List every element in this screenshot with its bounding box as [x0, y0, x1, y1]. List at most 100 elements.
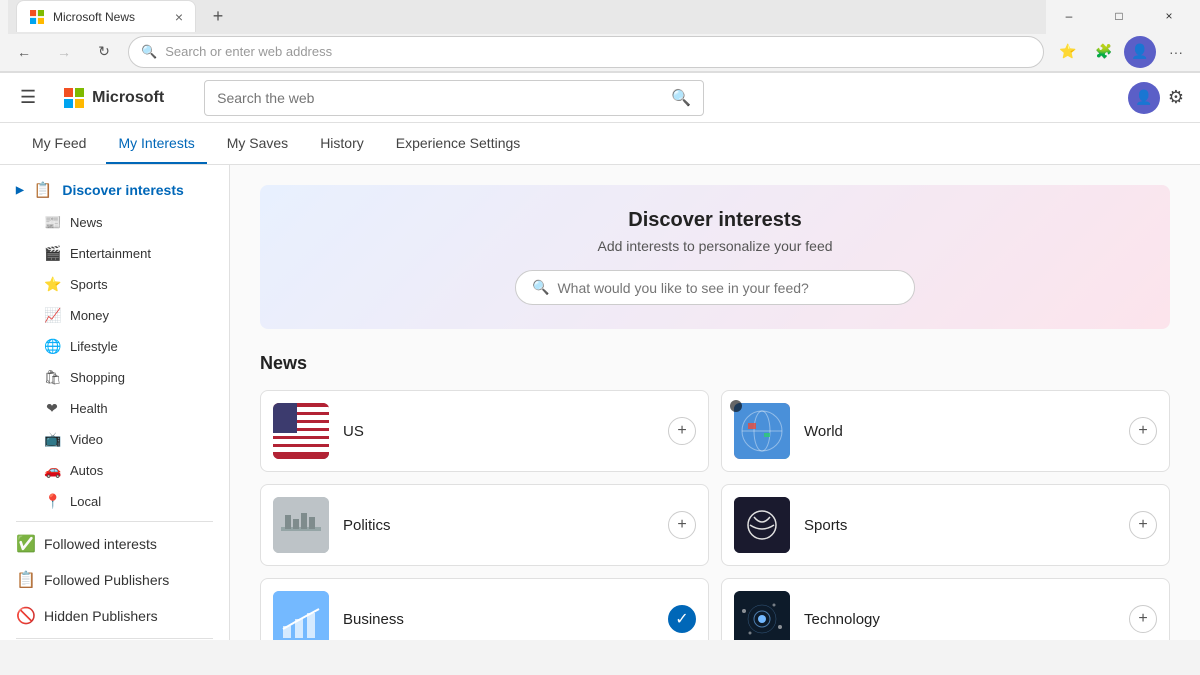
address-bar: ← → ↻ 🔍 Search or enter web address ⭐ 🧩 …	[0, 32, 1200, 72]
title-bar: Microsoft News × + – □ ×	[0, 0, 1200, 32]
sidebar-item-autos[interactable]: 🚗 Autos	[0, 455, 229, 486]
interest-card-politics[interactable]: Politics +	[260, 484, 709, 566]
extensions-icon[interactable]: 🧩	[1088, 36, 1120, 68]
sidebar-followed-interests-label: Followed interests	[44, 536, 157, 552]
hamburger-menu[interactable]: ☰	[16, 83, 40, 112]
sidebar-item-news[interactable]: 📰 News	[0, 207, 229, 238]
business-add-button[interactable]: ✓	[668, 605, 696, 633]
favorites-icon[interactable]: ⭐	[1052, 36, 1084, 68]
sub-nav: My Feed My Interests My Saves History Ex…	[0, 123, 1200, 165]
sidebar-shopping-label: Shopping	[70, 370, 125, 385]
sidebar-item-shopping[interactable]: 🛍 Shopping	[0, 362, 229, 393]
sidebar-health-label: Health	[70, 401, 108, 416]
tab-close-btn[interactable]: ×	[175, 10, 183, 24]
forward-button[interactable]: →	[48, 36, 80, 68]
sports-image	[734, 497, 790, 553]
sidebar-item-sports[interactable]: ⭐ Sports	[0, 269, 229, 300]
followed-interests-icon: ✅	[16, 534, 34, 554]
discover-icon: 📋	[34, 181, 53, 199]
business-label: Business	[343, 611, 654, 628]
sidebar-item-local[interactable]: 📍 Local	[0, 486, 229, 517]
sidebar-divider-1	[16, 521, 213, 522]
discover-search-input[interactable]	[557, 280, 898, 296]
autos-icon: 🚗	[44, 462, 60, 479]
sidebar-item-video[interactable]: 📺 Video	[0, 424, 229, 455]
back-button[interactable]: ←	[8, 36, 40, 68]
world-add-button[interactable]: +	[1129, 417, 1157, 445]
sidebar-hidden-publishers[interactable]: 🚫 Hidden Publishers	[0, 598, 229, 634]
settings-icon[interactable]: ⚙	[1168, 87, 1184, 108]
news-icon: 📰	[44, 214, 60, 231]
discover-search-icon: 🔍	[532, 279, 549, 296]
politics-image	[273, 497, 329, 553]
top-search-input[interactable]	[217, 90, 663, 106]
nav-history[interactable]: History	[308, 123, 376, 164]
profile-button[interactable]: 👤	[1124, 36, 1156, 68]
app: ☰ Microsoft 🔍 👤 ⚙ My Feed My Interests M…	[0, 73, 1200, 640]
politics-label: Politics	[343, 517, 654, 534]
interest-card-us[interactable]: US +	[260, 390, 709, 472]
interest-card-technology[interactable]: Technology +	[721, 578, 1170, 640]
entertainment-icon: 🎬	[44, 245, 60, 262]
nav-experience-settings[interactable]: Experience Settings	[384, 123, 533, 164]
us-label: US	[343, 423, 654, 440]
discover-banner: Discover interests Add interests to pers…	[260, 185, 1170, 329]
nav-my-saves[interactable]: My Saves	[215, 123, 300, 164]
money-icon: 📈	[44, 307, 60, 324]
sidebar-discover-label: Discover interests	[62, 182, 183, 198]
sports-add-button[interactable]: +	[1129, 511, 1157, 539]
sidebar-entertainment-label: Entertainment	[70, 246, 151, 261]
sidebar-discover-header[interactable]: ▶ 📋 Discover interests	[0, 173, 229, 207]
sidebar-item-money[interactable]: 📈 Money	[0, 300, 229, 331]
ms-logo: Microsoft	[64, 88, 164, 108]
active-tab[interactable]: Microsoft News ×	[16, 0, 196, 32]
nav-my-interests[interactable]: My Interests	[106, 123, 206, 164]
top-nav: ☰ Microsoft 🔍 👤 ⚙	[0, 73, 1200, 123]
health-icon: ❤	[44, 400, 60, 417]
window-controls: – □ ×	[1046, 0, 1192, 32]
minimize-button[interactable]: –	[1046, 0, 1092, 32]
video-icon: 📺	[44, 431, 60, 448]
address-bar-actions: ⭐ 🧩 👤 ···	[1052, 36, 1192, 68]
sports-icon: ⭐	[44, 276, 60, 293]
sidebar-item-entertainment[interactable]: 🎬 Entertainment	[0, 238, 229, 269]
sidebar-item-health[interactable]: ❤ Health	[0, 393, 229, 424]
top-search-button[interactable]: 🔍	[671, 88, 691, 108]
nav-my-feed[interactable]: My Feed	[20, 123, 98, 164]
chevron-right-icon: ▶	[16, 185, 24, 196]
settings-menu-button[interactable]: ···	[1160, 36, 1192, 68]
interest-card-world[interactable]: World +	[721, 390, 1170, 472]
tab-favicon	[29, 9, 45, 25]
hidden-publishers-icon: 🚫	[16, 606, 34, 626]
us-add-button[interactable]: +	[668, 417, 696, 445]
sidebar-lifestyle-label: Lifestyle	[70, 339, 118, 354]
close-button[interactable]: ×	[1146, 0, 1192, 32]
browser-chrome: Microsoft News × + – □ × ← → ↻ 🔍 Search …	[0, 0, 1200, 73]
interest-card-business[interactable]: Business ✓	[260, 578, 709, 640]
discover-search-bar[interactable]: 🔍	[515, 270, 915, 305]
sports-label: Sports	[804, 517, 1115, 534]
news-interest-grid: US + World	[260, 390, 1170, 640]
new-tab-button[interactable]: +	[204, 2, 232, 30]
sidebar-news-label: News	[70, 215, 103, 230]
technology-image	[734, 591, 790, 640]
interest-card-sports[interactable]: Sports +	[721, 484, 1170, 566]
sidebar-autos-label: Autos	[70, 463, 103, 478]
sidebar: ▶ 📋 Discover interests 📰 News 🎬 Entertai…	[0, 165, 230, 640]
banner-title: Discover interests	[284, 209, 1146, 232]
politics-add-button[interactable]: +	[668, 511, 696, 539]
sidebar-item-lifestyle[interactable]: 🌐 Lifestyle	[0, 331, 229, 362]
lifestyle-icon: 🌐	[44, 338, 60, 355]
restore-button[interactable]: □	[1096, 0, 1142, 32]
technology-add-button[interactable]: +	[1129, 605, 1157, 633]
user-profile-button[interactable]: 👤	[1128, 82, 1160, 114]
top-search-bar[interactable]: 🔍	[204, 80, 704, 116]
refresh-button[interactable]: ↻	[88, 36, 120, 68]
url-bar[interactable]: 🔍 Search or enter web address	[128, 36, 1044, 68]
sidebar-followed-publishers[interactable]: 📋 Followed Publishers	[0, 562, 229, 598]
sidebar-money-label: Money	[70, 308, 109, 323]
tab-title: Microsoft News	[53, 10, 167, 24]
sidebar-video-label: Video	[70, 432, 103, 447]
sidebar-followed-interests[interactable]: ✅ Followed interests	[0, 526, 229, 562]
followed-publishers-icon: 📋	[16, 570, 34, 590]
